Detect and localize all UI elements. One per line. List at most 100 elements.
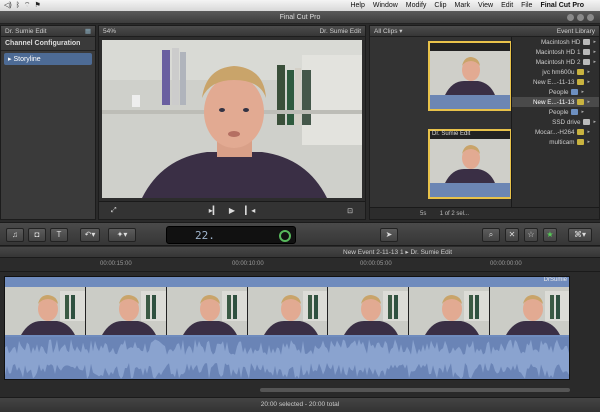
menu-edit[interactable]: Edit xyxy=(497,0,517,11)
video-frame[interactable] xyxy=(102,40,362,198)
photos-button[interactable]: ◘ xyxy=(28,228,46,242)
ruler-tick: 00:00:15:00 xyxy=(100,261,132,267)
drive-icon xyxy=(583,119,591,125)
event-library-item[interactable]: Macintosh HD 1 ▸ xyxy=(512,47,599,57)
previous-edit-icon[interactable]: ▎◂ xyxy=(245,206,255,215)
menu-help[interactable]: Help xyxy=(346,0,368,11)
star-icon xyxy=(577,79,585,85)
window-controls xyxy=(567,14,594,21)
ruler-tick: 00:00:00:00 xyxy=(490,261,522,267)
clip-audio-waveform xyxy=(5,337,569,379)
clip-audio-waveform xyxy=(430,95,510,109)
disclosure-triangle-icon[interactable]: ▸ xyxy=(581,109,584,115)
library-selection-count: 1 of 2 sel... xyxy=(439,211,470,217)
event-library-item[interactable]: People ▸ xyxy=(512,107,599,117)
drive-icon xyxy=(583,39,591,45)
menu-modify[interactable]: Modify xyxy=(402,0,431,11)
speaker-video-image xyxy=(102,40,362,198)
event-library-item[interactable]: People ▸ xyxy=(512,87,599,97)
timeline-clip-name: DrSumie xyxy=(543,277,567,283)
event-library-item[interactable]: New E...-11-13 ▸ xyxy=(512,77,599,87)
flag-icon[interactable]: ⚑ xyxy=(35,0,41,11)
media-browser-button[interactable]: ♫ xyxy=(6,228,24,242)
disclosure-triangle-icon[interactable]: ▸ xyxy=(593,39,596,45)
disclosure-triangle-icon[interactable]: ▸ xyxy=(587,139,590,145)
folder-icon xyxy=(571,109,579,115)
undo-menu-button[interactable]: ↶▾ xyxy=(80,228,100,242)
speaker-frame-image xyxy=(5,287,85,335)
filmstrip-frame xyxy=(247,287,329,335)
bluetooth-icon[interactable]: ᛒ xyxy=(16,0,20,11)
library-duration[interactable]: 5s xyxy=(420,211,426,217)
library-header: All Clips ▾ Event Library xyxy=(370,26,599,37)
window-titlebar: Final Cut Pro xyxy=(0,11,600,24)
disclosure-triangle-icon[interactable]: ▸ xyxy=(587,79,590,85)
minimize-window-button[interactable] xyxy=(577,14,584,21)
menu-clip[interactable]: Clip xyxy=(430,0,450,11)
speaker-frame-image xyxy=(490,287,569,335)
disclosure-triangle-icon[interactable]: ▸ xyxy=(593,119,596,125)
timeline-breadcrumb[interactable]: New Event 2-11-13 1 ▸ Dr. Sumie Edit xyxy=(343,249,452,256)
select-tool-button[interactable]: ➤ xyxy=(380,228,398,242)
disclosure-triangle-icon[interactable]: ▸ xyxy=(593,49,596,55)
next-edit-icon[interactable]: ▸▎ xyxy=(209,206,219,215)
star-icon xyxy=(577,99,585,105)
disclosure-triangle-icon[interactable]: ▸ xyxy=(593,59,596,65)
sound-icon[interactable]: ◁) xyxy=(4,0,12,11)
event-library-label: New E...-11-13 xyxy=(532,78,575,86)
timeline-scrollbar[interactable] xyxy=(260,388,570,392)
wifi-icon[interactable]: ⌔ xyxy=(24,0,31,11)
event-library-label: SSD drive xyxy=(552,118,581,126)
disclosure-triangle-icon[interactable]: ▸ xyxy=(581,89,584,95)
menu-app[interactable]: Final Cut Pro xyxy=(536,0,588,11)
viewer-zoom[interactable]: 54% xyxy=(103,26,116,36)
reject-button[interactable]: ✕ xyxy=(505,228,519,242)
folder-icon xyxy=(571,89,579,95)
clip-thumbnail xyxy=(430,139,510,183)
event-library-item[interactable]: Mocar...-H264 ▸ xyxy=(512,127,599,137)
close-window-button[interactable] xyxy=(587,14,594,21)
ruler-tick: 00:00:05:00 xyxy=(360,261,392,267)
viewer-controls: ⤢ ▸▎ ▶ ▎◂ ⊡ xyxy=(99,201,365,219)
menu-window[interactable]: Window xyxy=(369,0,402,11)
timeline-ruler[interactable]: 00:00:00:00 00:00:05:00 00:00:10:00 00:0… xyxy=(0,258,600,272)
keyword-button[interactable]: ⌘▾ xyxy=(568,228,592,242)
play-icon[interactable]: ▶ xyxy=(229,206,235,215)
window-title: Final Cut Pro xyxy=(279,14,321,21)
storyline-item[interactable]: ▸ Storyline xyxy=(4,53,92,65)
view-options-icon[interactable]: ⊡ xyxy=(347,207,353,215)
timecode-value: 22. xyxy=(195,229,215,242)
event-library-item[interactable]: New E...-11-13 ▸ xyxy=(512,97,599,107)
browser-clip[interactable]: Dr. Sumie Edit xyxy=(428,129,512,199)
event-library-pane: All Clips ▾ Event Library Dr. Sumie Edit xyxy=(369,25,600,220)
disclosure-triangle-icon[interactable]: ▸ xyxy=(587,129,590,135)
speaker-frame-image xyxy=(85,287,166,335)
timeline-track: DrSumie xyxy=(0,272,600,394)
menu-view[interactable]: View xyxy=(474,0,497,11)
browser-clip[interactable] xyxy=(428,41,512,111)
filmstrip-frame xyxy=(5,287,86,335)
menu-mark[interactable]: Mark xyxy=(450,0,474,11)
event-library-item[interactable]: Macintosh HD ▸ xyxy=(512,37,599,47)
clip-filter[interactable]: All Clips ▾ xyxy=(374,26,403,36)
fullscreen-icon[interactable]: ⤢ xyxy=(111,207,117,215)
menu-bar: Final Cut Pro File Edit View Mark Clip M… xyxy=(0,0,600,11)
unrate-button[interactable]: ☆ xyxy=(524,228,538,242)
speaker-thumbnail-image xyxy=(430,139,510,183)
selection-status: 20:00 selected - 20:00 total xyxy=(260,401,340,408)
event-library-item[interactable]: Macintosh HD 2 ▸ xyxy=(512,57,599,67)
event-library-item[interactable]: jvc hm600u ▸ xyxy=(512,67,599,77)
event-library-item[interactable]: SSD drive ▸ xyxy=(512,117,599,127)
zoom-window-button[interactable] xyxy=(567,14,574,21)
zoom-search-button[interactable]: ⌕ xyxy=(482,228,500,242)
disclosure-triangle-icon[interactable]: ▸ xyxy=(587,99,590,105)
menu-file[interactable]: File xyxy=(517,0,536,11)
favorite-button[interactable]: ★ xyxy=(543,228,557,242)
enhance-button[interactable]: ✦▾ xyxy=(108,228,136,242)
event-library-item[interactable]: multicam ▸ xyxy=(512,137,599,147)
disclosure-triangle-icon[interactable]: ▸ xyxy=(587,69,590,75)
timecode-display[interactable]: 22. 0 xyxy=(166,226,296,244)
primary-storyline-clip[interactable]: DrSumie xyxy=(4,276,570,380)
library-footer: 5s 1 of 2 sel... xyxy=(370,207,599,219)
titles-button[interactable]: T xyxy=(50,228,68,242)
